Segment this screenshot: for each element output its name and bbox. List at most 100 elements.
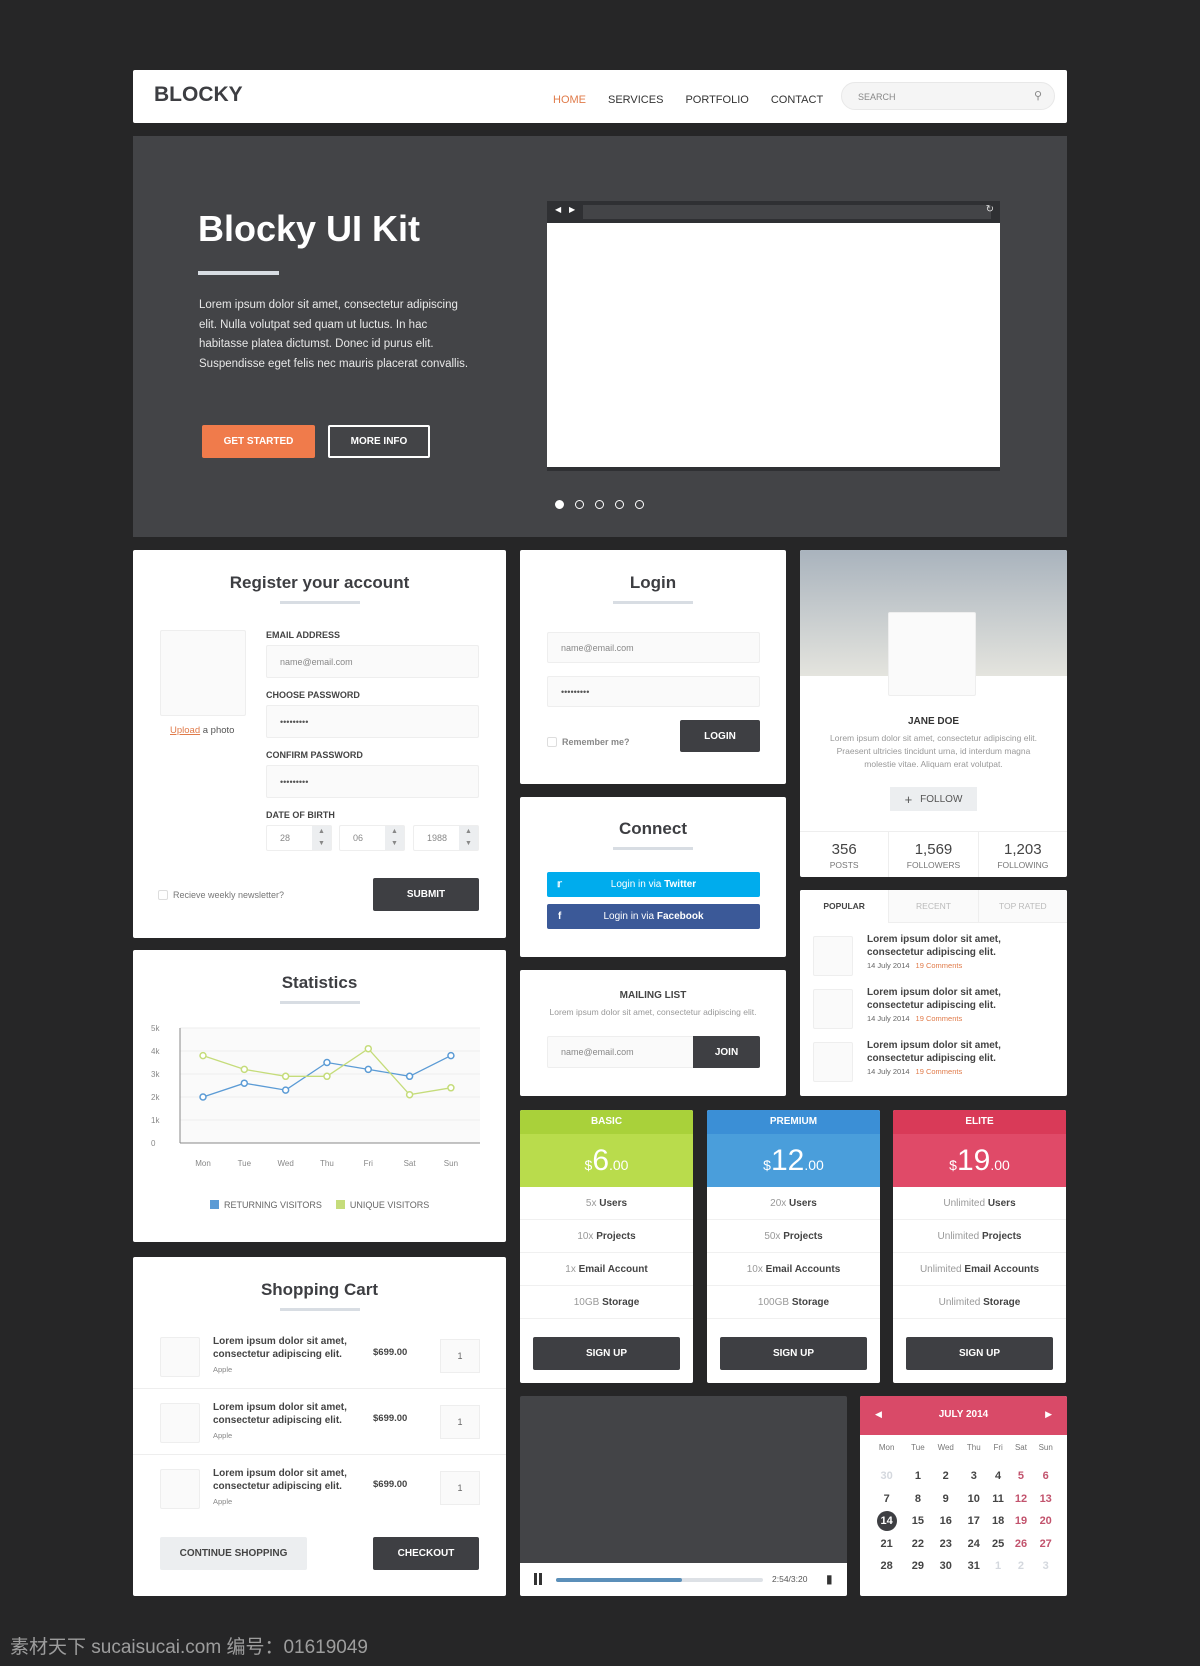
confirm-password-field[interactable]: •••••••••	[266, 765, 479, 798]
quantity-input[interactable]: 1	[440, 1405, 480, 1439]
day-stepper[interactable]: 28 ▲ ▼	[266, 825, 332, 851]
calendar-day[interactable]: 30	[931, 1555, 961, 1578]
calendar-day[interactable]: 15	[905, 1510, 930, 1533]
calendar-day[interactable]: 1	[905, 1465, 930, 1488]
carousel-dot[interactable]	[595, 500, 604, 509]
calendar-day[interactable]: 13	[1032, 1488, 1059, 1511]
more-info-button[interactable]: MORE INFO	[328, 425, 430, 458]
post-comments[interactable]: 19 Comments	[916, 961, 963, 970]
post-title[interactable]: Lorem ipsum dolor sit amet, consectetur …	[867, 986, 1017, 1012]
calendar-day[interactable]: 8	[905, 1488, 930, 1511]
product-name[interactable]: Lorem ipsum dolor sit amet, consectetur …	[213, 1335, 353, 1361]
volume-icon[interactable]: ▮	[826, 1572, 833, 1586]
stepper-arrows-icon[interactable]: ▲ ▼	[385, 826, 404, 850]
quantity-input[interactable]: 1	[440, 1339, 480, 1373]
product-name[interactable]: Lorem ipsum dolor sit amet, consectetur …	[213, 1467, 353, 1493]
quantity-input[interactable]: 1	[440, 1471, 480, 1505]
sign-up-button[interactable]: SIGN UP	[533, 1337, 680, 1370]
facebook-login-button[interactable]: f Login in via Facebook	[547, 904, 760, 929]
calendar-day[interactable]: 21	[868, 1533, 905, 1556]
calendar-day[interactable]: 1	[987, 1555, 1010, 1578]
checkout-button[interactable]: CHECKOUT	[373, 1537, 479, 1570]
carousel-dot[interactable]	[555, 500, 564, 509]
carousel-dot[interactable]	[615, 500, 624, 509]
calendar-day[interactable]: 9	[931, 1488, 961, 1511]
post-thumbnail[interactable]	[813, 989, 853, 1029]
calendar-day[interactable]: 28	[868, 1555, 905, 1578]
stat-followers[interactable]: 1,569 FOLLOWERS	[889, 832, 979, 877]
tab-recent[interactable]: RECENT	[888, 890, 978, 923]
nav-portfolio[interactable]: PORTFOLIO	[685, 94, 748, 106]
post-thumbnail[interactable]	[813, 936, 853, 976]
calendar-day[interactable]: 29	[905, 1555, 930, 1578]
sign-up-button[interactable]: SIGN UP	[720, 1337, 867, 1370]
post-title[interactable]: Lorem ipsum dolor sit amet, consectetur …	[867, 933, 1017, 959]
continue-shopping-button[interactable]: CONTINUE SHOPPING	[160, 1537, 307, 1570]
calendar-day[interactable]: 26	[1010, 1533, 1033, 1556]
calendar-day[interactable]: 5	[1010, 1465, 1033, 1488]
login-password-field[interactable]: •••••••••	[547, 676, 760, 707]
calendar-day[interactable]: 23	[931, 1533, 961, 1556]
progress-bar[interactable]	[556, 1578, 763, 1582]
calendar-day[interactable]: 18	[987, 1510, 1010, 1533]
email-field[interactable]: name@email.com	[266, 645, 479, 678]
calendar-day[interactable]: 27	[1032, 1533, 1059, 1556]
mailing-email-field[interactable]: name@email.com	[547, 1036, 694, 1068]
calendar-day[interactable]: 2	[931, 1465, 961, 1488]
calendar-day[interactable]: 30	[868, 1465, 905, 1488]
next-month-icon[interactable]: ▶	[1045, 1409, 1052, 1420]
login-email-field[interactable]: name@email.com	[547, 632, 760, 663]
twitter-login-button[interactable]: 𝕣 Login in via Twitter	[547, 872, 760, 897]
search-input[interactable]: SEARCH ⚲	[841, 82, 1055, 110]
post-comments[interactable]: 19 Comments	[916, 1067, 963, 1076]
profile-avatar[interactable]	[888, 612, 976, 696]
tab-popular[interactable]: POPULAR	[800, 890, 889, 923]
calendar-day[interactable]: 10	[961, 1488, 987, 1511]
calendar-day[interactable]: 7	[868, 1488, 905, 1511]
remember-checkbox[interactable]	[547, 737, 557, 747]
stepper-arrows-icon[interactable]: ▲ ▼	[459, 826, 478, 850]
carousel-dot[interactable]	[575, 500, 584, 509]
calendar-day[interactable]: 6	[1032, 1465, 1059, 1488]
login-button[interactable]: LOGIN	[680, 720, 760, 752]
month-stepper[interactable]: 06 ▲ ▼	[339, 825, 405, 851]
post-title[interactable]: Lorem ipsum dolor sit amet, consectetur …	[867, 1039, 1017, 1065]
calendar-day[interactable]: 19	[1010, 1510, 1033, 1533]
nav-contact[interactable]: CONTACT	[771, 94, 823, 106]
join-button[interactable]: JOIN	[693, 1036, 760, 1068]
photo-placeholder[interactable]	[160, 630, 246, 716]
submit-button[interactable]: SUBMIT	[373, 878, 479, 911]
calendar-day[interactable]: 3	[1032, 1555, 1059, 1578]
calendar-day[interactable]: 20	[1032, 1510, 1059, 1533]
calendar-day[interactable]: 31	[961, 1555, 987, 1578]
tab-top-rated[interactable]: TOP RATED	[977, 890, 1067, 923]
calendar-day[interactable]: 16	[931, 1510, 961, 1533]
calendar-day[interactable]: 4	[987, 1465, 1010, 1488]
carousel-dot[interactable]	[635, 500, 644, 509]
calendar-day[interactable]: 17	[961, 1510, 987, 1533]
upload-link[interactable]: Upload	[170, 725, 200, 736]
post-thumbnail[interactable]	[813, 1042, 853, 1082]
follow-button[interactable]: + FOLLOW	[890, 787, 977, 811]
password-field[interactable]: •••••••••	[266, 705, 479, 738]
sign-up-button[interactable]: SIGN UP	[906, 1337, 1053, 1370]
search-icon[interactable]: ⚲	[1034, 89, 1042, 102]
newsletter-checkbox[interactable]	[158, 890, 168, 900]
calendar-day[interactable]: 12	[1010, 1488, 1033, 1511]
stepper-arrows-icon[interactable]: ▲ ▼	[312, 826, 331, 850]
calendar-day[interactable]: 2	[1010, 1555, 1033, 1578]
calendar-day[interactable]: 11	[987, 1488, 1010, 1511]
stat-following[interactable]: 1,203 FOLLOWING	[979, 832, 1067, 877]
product-name[interactable]: Lorem ipsum dolor sit amet, consectetur …	[213, 1401, 353, 1427]
calendar-day[interactable]: 3	[961, 1465, 987, 1488]
pause-icon[interactable]	[534, 1573, 542, 1585]
get-started-button[interactable]: GET STARTED	[202, 425, 315, 458]
stat-posts[interactable]: 356 POSTS	[800, 832, 890, 877]
calendar-day[interactable]: 22	[905, 1533, 930, 1556]
nav-services[interactable]: SERVICES	[608, 94, 663, 106]
nav-home[interactable]: HOME	[553, 94, 586, 106]
year-stepper[interactable]: 1988 ▲ ▼	[413, 825, 479, 851]
calendar-day[interactable]: 14	[868, 1510, 905, 1533]
calendar-day[interactable]: 24	[961, 1533, 987, 1556]
calendar-day[interactable]: 25	[987, 1533, 1010, 1556]
